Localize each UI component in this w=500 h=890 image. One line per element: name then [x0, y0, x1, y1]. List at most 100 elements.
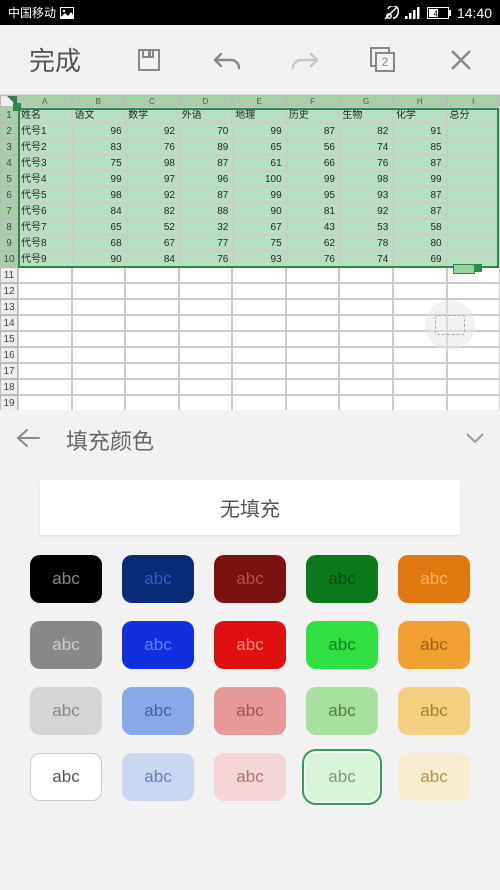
table-cell[interactable]	[179, 347, 233, 363]
table-cell[interactable]	[393, 267, 447, 283]
table-cell[interactable]: 100	[233, 171, 286, 187]
table-cell[interactable]: 61	[233, 155, 286, 171]
col-header[interactable]: C	[125, 95, 179, 107]
save-icon[interactable]	[129, 40, 169, 80]
table-cell[interactable]	[179, 379, 233, 395]
table-cell[interactable]: 87	[180, 155, 233, 171]
table-cell[interactable]: 78	[340, 235, 393, 251]
table-cell[interactable]	[232, 267, 286, 283]
table-cell[interactable]	[447, 235, 500, 251]
table-cell[interactable]: 代号9	[18, 251, 73, 267]
table-cell[interactable]	[286, 395, 340, 411]
table-cell[interactable]	[125, 267, 179, 283]
table-cell[interactable]	[72, 267, 126, 283]
table-cell[interactable]	[179, 331, 233, 347]
table-cell[interactable]	[232, 331, 286, 347]
table-cell[interactable]: 52	[127, 219, 180, 235]
table-cell[interactable]: 代号1	[18, 123, 73, 139]
table-cell[interactable]	[179, 363, 233, 379]
table-cell[interactable]: 82	[340, 123, 393, 139]
table-cell[interactable]	[125, 299, 179, 315]
color-swatch[interactable]: abc	[214, 687, 286, 735]
color-swatch[interactable]: abc	[30, 621, 102, 669]
table-row[interactable]: 2代号196927099878291	[0, 123, 500, 139]
table-cell[interactable]	[286, 299, 340, 315]
table-cell[interactable]	[125, 315, 179, 331]
table-cell[interactable]: 92	[127, 123, 180, 139]
selection-handle-br[interactable]	[474, 264, 482, 272]
table-cell[interactable]: 87	[287, 123, 340, 139]
table-cell[interactable]: 85	[393, 139, 446, 155]
table-cell[interactable]: 代号3	[18, 155, 73, 171]
table-cell[interactable]	[393, 283, 447, 299]
color-swatch[interactable]: abc	[122, 621, 194, 669]
table-cell[interactable]	[447, 203, 500, 219]
table-row[interactable]: 15	[0, 331, 500, 347]
table-cell[interactable]	[339, 395, 393, 411]
table-cell[interactable]: 99	[393, 171, 446, 187]
close-icon[interactable]	[441, 40, 481, 80]
table-row[interactable]: 12	[0, 283, 500, 299]
table-cell[interactable]	[447, 139, 500, 155]
table-cell[interactable]: 98	[73, 187, 126, 203]
table-cell[interactable]	[339, 315, 393, 331]
table-cell[interactable]	[18, 347, 72, 363]
table-cell[interactable]	[232, 363, 286, 379]
color-swatch[interactable]: abc	[214, 621, 286, 669]
table-cell[interactable]	[72, 283, 126, 299]
table-header-cell[interactable]: 地理	[232, 107, 286, 123]
table-cell[interactable]: 74	[340, 251, 393, 267]
table-header-cell[interactable]: 化学	[393, 107, 447, 123]
color-swatch[interactable]: abc	[306, 687, 378, 735]
col-header[interactable]: B	[72, 95, 126, 107]
table-cell[interactable]: 80	[393, 235, 446, 251]
table-cell[interactable]	[125, 363, 179, 379]
color-swatch[interactable]: abc	[214, 555, 286, 603]
selection-handle-tl[interactable]	[13, 103, 21, 111]
table-cell[interactable]: 56	[287, 139, 340, 155]
table-cell[interactable]: 99	[287, 171, 340, 187]
table-header-cell[interactable]: 外语	[179, 107, 233, 123]
table-cell[interactable]	[232, 347, 286, 363]
table-cell[interactable]	[339, 331, 393, 347]
table-cell[interactable]: 75	[73, 155, 126, 171]
table-row[interactable]: 9代号868677775627880	[0, 235, 500, 251]
undo-icon[interactable]	[207, 40, 247, 80]
table-cell[interactable]: 99	[73, 171, 126, 187]
table-cell[interactable]: 87	[393, 187, 446, 203]
table-cell[interactable]: 67	[127, 235, 180, 251]
table-cell[interactable]	[339, 363, 393, 379]
table-cell[interactable]	[447, 363, 500, 379]
table-header-cell[interactable]: 总分	[447, 107, 500, 123]
table-cell[interactable]	[339, 267, 393, 283]
table-cell[interactable]: 代号2	[18, 139, 73, 155]
table-cell[interactable]: 67	[233, 219, 286, 235]
table-cell[interactable]: 87	[393, 155, 446, 171]
table-cell[interactable]	[179, 299, 233, 315]
table-row[interactable]: 5代号4999796100999899	[0, 171, 500, 187]
color-swatch[interactable]: abc	[306, 621, 378, 669]
color-swatch[interactable]: abc	[398, 621, 470, 669]
table-cell[interactable]	[393, 395, 447, 411]
table-cell[interactable]: 90	[73, 251, 126, 267]
col-header[interactable]: H	[393, 95, 447, 107]
table-cell[interactable]: 95	[287, 187, 340, 203]
table-cell[interactable]	[18, 283, 72, 299]
table-cell[interactable]: 77	[180, 235, 233, 251]
table-cell[interactable]	[286, 347, 340, 363]
table-cell[interactable]: 76	[340, 155, 393, 171]
table-cell[interactable]: 93	[233, 251, 286, 267]
panel-collapse-icon[interactable]	[465, 431, 485, 450]
table-cell[interactable]: 代号6	[18, 203, 73, 219]
table-cell[interactable]: 84	[73, 203, 126, 219]
redo-icon[interactable]	[285, 40, 325, 80]
table-cell[interactable]	[18, 379, 72, 395]
docs-icon[interactable]: 2	[363, 40, 403, 80]
table-cell[interactable]	[18, 363, 72, 379]
table-cell[interactable]	[72, 363, 126, 379]
table-cell[interactable]	[72, 299, 126, 315]
table-cell[interactable]	[125, 347, 179, 363]
table-cell[interactable]	[72, 395, 126, 411]
table-cell[interactable]	[125, 331, 179, 347]
table-cell[interactable]: 76	[127, 139, 180, 155]
